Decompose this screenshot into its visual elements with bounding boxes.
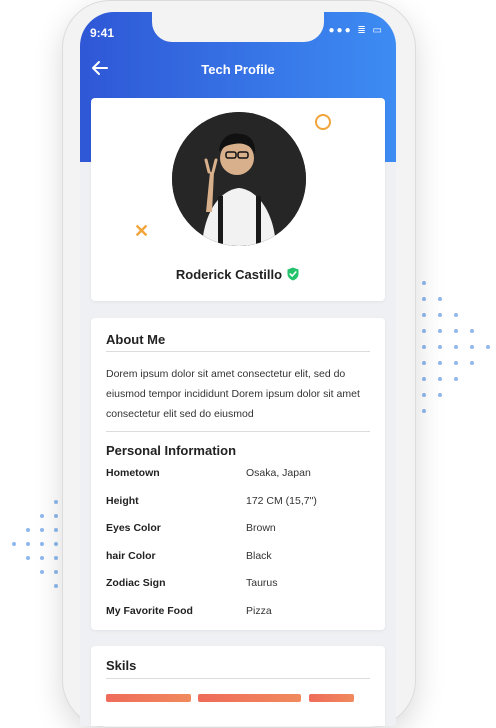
info-value: Brown [246, 522, 276, 534]
about-title: About Me [106, 332, 166, 347]
info-row: Zodiac Sign Taurus [106, 577, 370, 593]
info-label: Hometown [106, 467, 160, 479]
decorative-cross: ✕ [134, 221, 150, 241]
phone-notch [152, 12, 324, 42]
info-label: hair Color [106, 550, 156, 562]
skill-bar [198, 694, 301, 702]
about-divider [106, 351, 370, 352]
personal-divider [106, 431, 370, 432]
status-icons: ●●● ≣ ▭ [328, 25, 384, 36]
info-value: Pizza [246, 605, 272, 617]
info-row: hair Color Black [106, 550, 370, 566]
info-value: 172 CM (15,7") [246, 495, 317, 507]
info-row: My Favorite Food Pizza [106, 605, 370, 621]
info-row: Eyes Color Brown [106, 522, 370, 538]
skills-title: Skils [106, 658, 137, 673]
info-row: Hometown Osaka, Japan [106, 467, 370, 483]
skills-divider [106, 678, 370, 679]
info-label: Zodiac Sign [106, 577, 166, 589]
status-time: 9:41 [90, 26, 115, 40]
about-text: Dorem ipsum dolor sit amet consectetur e… [106, 368, 360, 420]
profile-name-text: Roderick Castillo [175, 267, 283, 282]
profile-name: Roderick Castillo [91, 267, 385, 282]
app-screen: 9:41 ●●● ≣ ▭ Tech Profile Roderick Casti… [80, 12, 396, 726]
info-label: Height [106, 495, 139, 507]
info-row: Height 172 CM (15,7") [106, 495, 370, 511]
info-label: My Favorite Food [106, 605, 193, 617]
info-value: Osaka, Japan [246, 467, 311, 479]
info-value: Black [246, 550, 272, 562]
avatar-photo [172, 112, 306, 246]
info-label: Eyes Color [106, 522, 161, 534]
verified-icon [287, 267, 299, 281]
personal-info-title: Personal Information [106, 443, 237, 458]
skills-card: Skils [91, 646, 385, 726]
skill-bar [106, 694, 191, 702]
page-title: Tech Profile [201, 62, 275, 77]
avatar [172, 112, 306, 246]
decorative-circle [315, 114, 331, 130]
about-card: About Me Dorem ipsum dolor sit amet cons… [91, 318, 385, 630]
skill-bar [309, 694, 354, 702]
profile-card: Roderick Castillo [91, 98, 385, 301]
info-value: Taurus [246, 577, 278, 589]
